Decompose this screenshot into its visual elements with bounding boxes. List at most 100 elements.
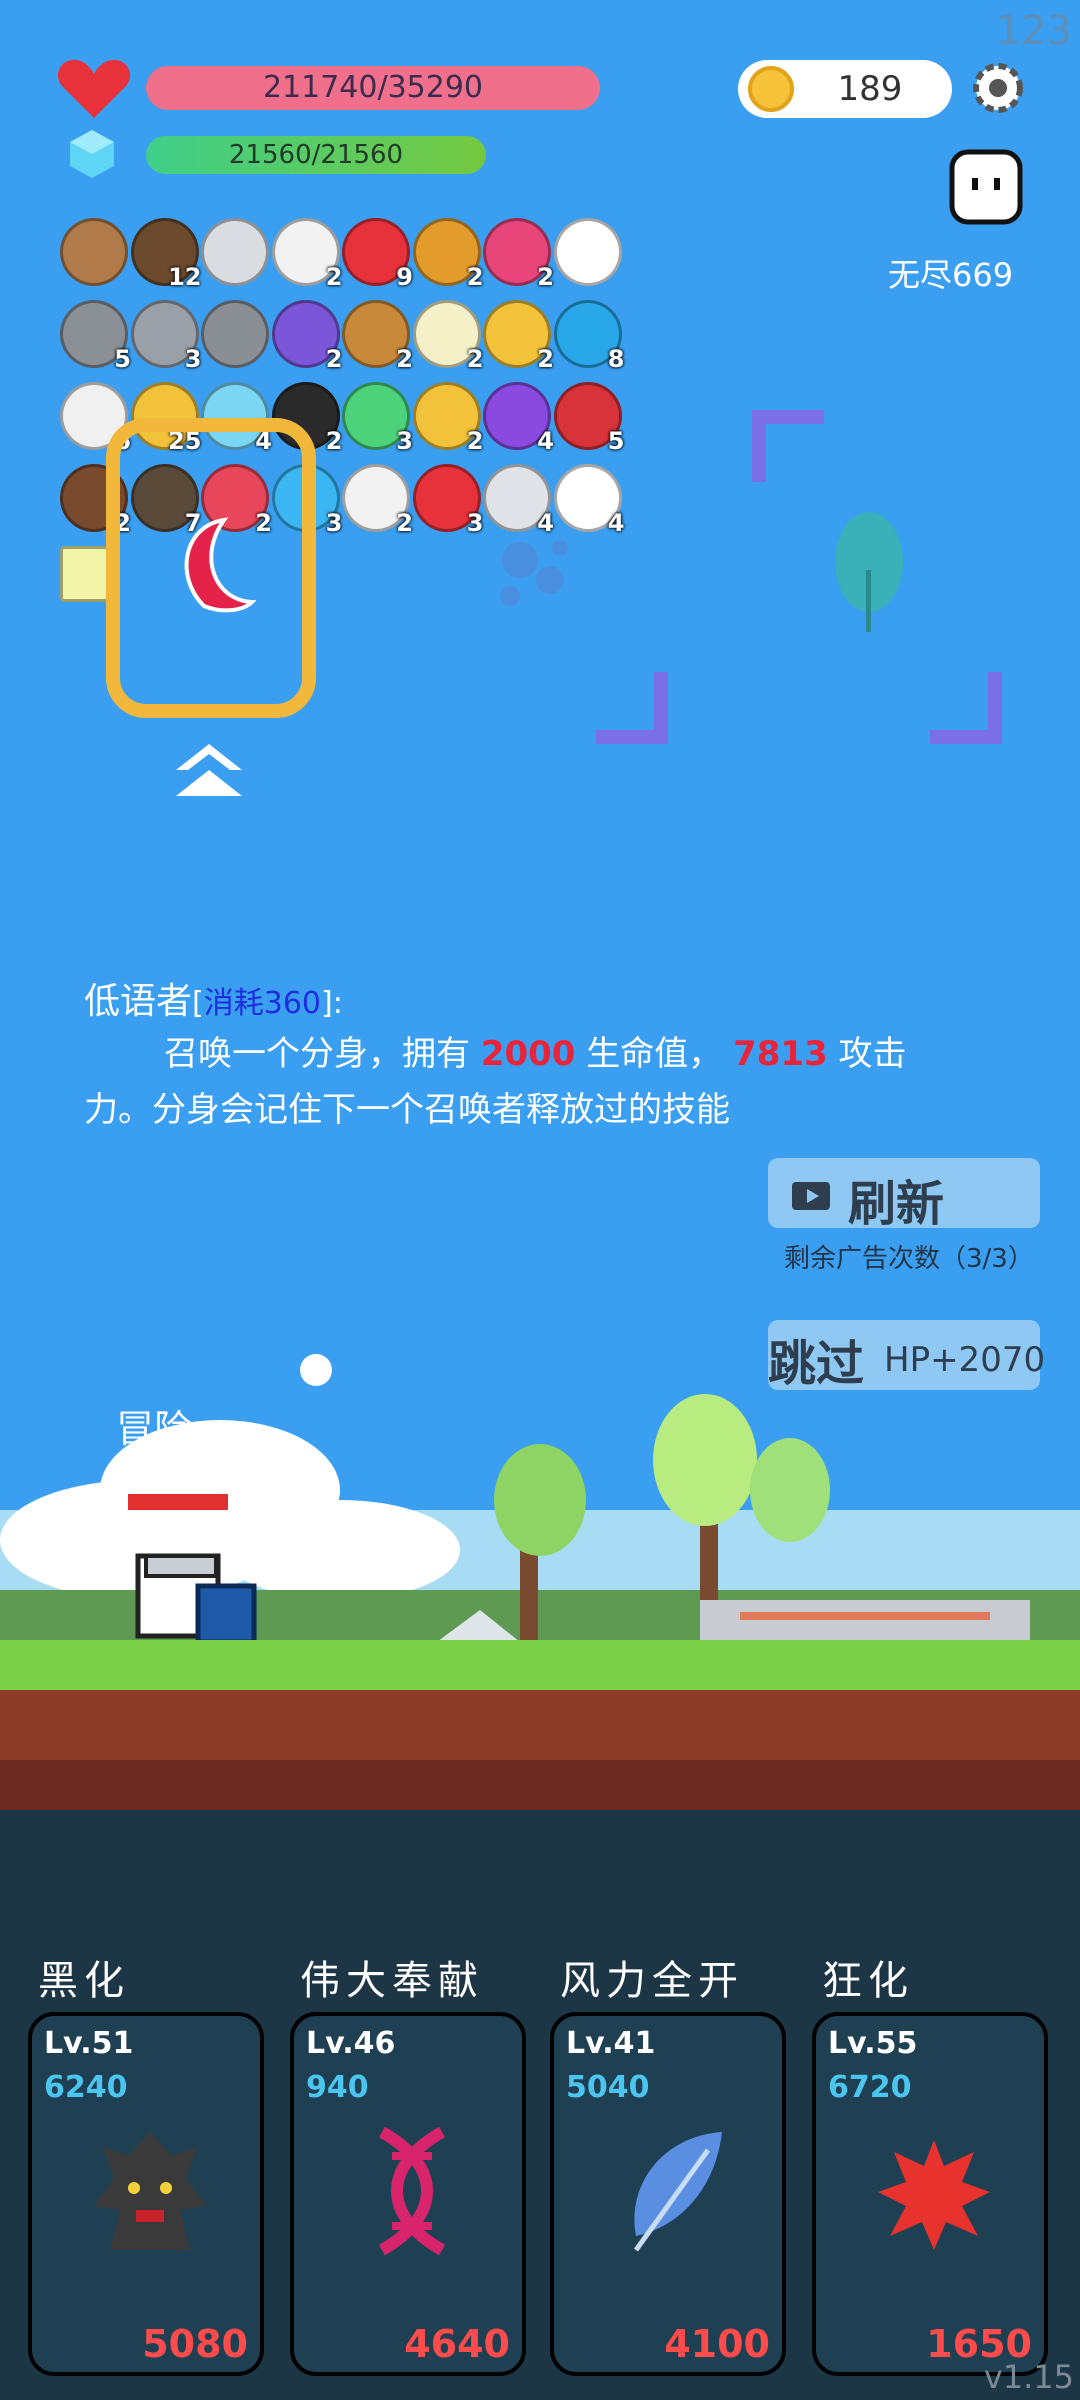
card-damage: 4640: [404, 2322, 510, 2366]
atk-value: 7813: [733, 1034, 828, 1074]
item-count: 2: [466, 345, 484, 373]
crystal-ball-icon[interactable]: 4: [483, 382, 554, 455]
item-count: 2: [325, 345, 343, 373]
bubbles-icon: [500, 540, 568, 606]
skill-card-1[interactable]: Lv.51 6240 5080: [28, 2012, 264, 2376]
item-count: 4: [537, 427, 554, 455]
red-shield-icon[interactable]: 5: [553, 382, 625, 455]
skill-card-3[interactable]: Lv.41 5040 4100: [550, 2012, 786, 2376]
jam-jar-icon[interactable]: 2: [483, 218, 554, 291]
skill-title: 低语者[消耗360]:: [84, 981, 343, 1022]
heart-icon: [57, 59, 131, 118]
red-splat-icon: [878, 2140, 990, 2250]
skill-card-4[interactable]: Lv.55 6720 1650: [812, 2012, 1048, 2376]
dark-tree-icon: [94, 2132, 206, 2250]
endless-level: 无尽669: [888, 256, 1014, 294]
envelope-icon[interactable]: 2: [271, 218, 343, 291]
ad-count: 剩余广告次数（3/3）: [784, 1244, 1034, 1274]
card-cost: 6720: [828, 2070, 912, 2105]
mana-gem-icon: [70, 130, 114, 178]
skill-name: 低语者: [84, 981, 193, 1022]
item-count: 2: [396, 509, 413, 537]
item-count: 3: [396, 427, 413, 455]
desc-text: 生命值，: [575, 1034, 734, 1074]
refresh-label: 刷新: [848, 1176, 945, 1232]
card-level: Lv.55: [828, 2026, 918, 2061]
magic-wand-icon[interactable]: 2: [412, 382, 484, 455]
adventure-label: 冒险: [116, 1407, 193, 1451]
coin-icon: [748, 66, 794, 112]
card-damage: 5080: [142, 2322, 248, 2366]
grass: [0, 1640, 1080, 1690]
item-count: 2: [537, 263, 554, 291]
gold-ring-icon[interactable]: 2: [483, 300, 554, 373]
video-icon: [792, 1182, 830, 1210]
dirt-dark: [0, 1760, 1080, 1810]
snowflake-icon[interactable]: [553, 218, 622, 286]
spiked-mace-icon[interactable]: 3: [130, 300, 202, 373]
card-cost: 5040: [566, 2070, 650, 2105]
bow-icon[interactable]: 2: [342, 300, 413, 373]
mana-bar: 21560/21560: [146, 136, 486, 174]
lightbulb-icon[interactable]: 2: [412, 300, 484, 373]
card-cost: 6240: [44, 2070, 128, 2105]
ghost-icon[interactable]: [948, 148, 1024, 226]
card-name-3: 风力全开: [560, 1958, 744, 2004]
card-name-2: 伟大奉献: [300, 1958, 484, 2004]
desc-line-2: 力。分身会记住下一个召唤者释放过的技能: [84, 1090, 730, 1130]
target-bracket-br: [930, 672, 1002, 744]
gear-icon[interactable]: [966, 56, 1030, 120]
card-level: Lv.41: [566, 2026, 656, 2061]
leaf-icon: [835, 512, 903, 632]
coin-value: 189: [837, 69, 903, 109]
skill-card-2[interactable]: Lv.46 940 4640: [290, 2012, 526, 2376]
item-count: 12: [168, 263, 202, 291]
item-count: 2: [396, 345, 413, 373]
coconut-icon[interactable]: 12: [130, 218, 202, 291]
chevron-up-icon[interactable]: [176, 744, 242, 804]
green-flask-icon[interactable]: 3: [342, 382, 413, 455]
knight-icon: [135, 1553, 257, 1645]
book-icon[interactable]: 2: [412, 218, 484, 291]
desc-text: 召唤一个分身，拥有: [164, 1034, 481, 1074]
item-count: 2: [466, 263, 484, 291]
item-count: 2: [537, 345, 554, 373]
version-label: v1.15: [983, 2358, 1074, 2396]
helmet-icon[interactable]: [201, 300, 269, 368]
dna-icon: [378, 2126, 446, 2256]
blue-gem-icon[interactable]: 8: [553, 300, 625, 373]
desc-text: 攻击: [827, 1034, 907, 1074]
crescent-moon-icon: [184, 517, 256, 613]
tombstone-icon[interactable]: 5: [60, 300, 131, 373]
item-count: 8: [607, 345, 625, 373]
dice-icon[interactable]: 2: [342, 464, 413, 537]
item-count: 2: [466, 427, 484, 455]
card-level: Lv.46: [306, 2026, 396, 2061]
shield-icon[interactable]: [60, 218, 128, 286]
item-count: 2: [325, 427, 343, 455]
card-name-4: 狂化: [822, 1958, 914, 2004]
strawberry-icon[interactable]: 9: [342, 218, 413, 291]
item-count: 4: [607, 509, 625, 537]
refresh-button[interactable]: 刷新: [768, 1158, 1040, 1232]
item-count: 3: [184, 345, 202, 373]
item-count: 5: [607, 427, 625, 455]
item-count: 2: [325, 263, 343, 291]
item-count: 3: [325, 509, 343, 537]
item-count: 5: [114, 345, 131, 373]
card-name-1: 黑化: [38, 1958, 130, 2004]
card-cost: 940: [306, 2070, 369, 2105]
hearts-icon[interactable]: 3: [412, 464, 484, 537]
hp-bar: 211740/35290: [146, 66, 600, 110]
item-count: 3: [466, 509, 484, 537]
card-damage: 4100: [664, 2322, 770, 2366]
skill-cost: 消耗360: [203, 986, 321, 1021]
corner-number: 123: [995, 8, 1072, 54]
hero-hp-bar: [126, 1492, 230, 1512]
skill-description: 召唤一个分身，拥有 2000 生命值， 7813 攻击 力。分身会记住下一个召唤…: [84, 1026, 984, 1138]
card-level: Lv.51: [44, 2026, 134, 2061]
purple-chest-icon[interactable]: 2: [271, 300, 343, 373]
feather-icon: [633, 2132, 722, 2252]
sword-icon[interactable]: [201, 218, 269, 286]
item-count: 9: [396, 263, 413, 291]
